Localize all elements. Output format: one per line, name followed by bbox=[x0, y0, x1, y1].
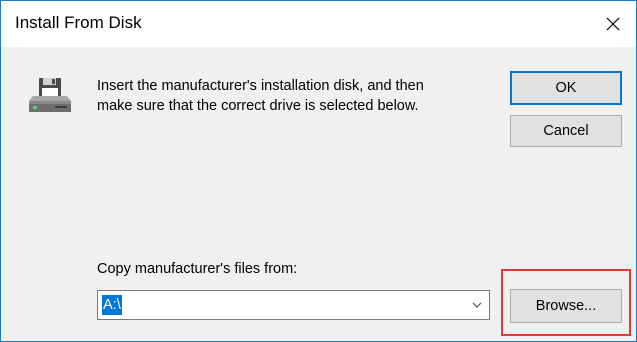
instructions-text: Insert the manufacturer's installation d… bbox=[97, 76, 487, 116]
floppy-disk-drive-icon bbox=[29, 78, 71, 112]
install-from-disk-dialog: Install From Disk Insert the manufacture… bbox=[0, 0, 637, 342]
cancel-button[interactable]: Cancel bbox=[510, 115, 622, 147]
close-icon bbox=[606, 17, 620, 31]
title-bar: Install From Disk bbox=[1, 1, 636, 47]
instructions-line-2: make sure that the correct drive is sele… bbox=[97, 98, 419, 114]
copy-from-value[interactable]: A:\ bbox=[102, 295, 122, 315]
browse-button[interactable]: Browse... bbox=[510, 289, 622, 323]
dialog-title: Install From Disk bbox=[15, 13, 142, 32]
copy-from-combobox[interactable]: A:\ bbox=[97, 290, 490, 320]
copy-from-label: Copy manufacturer's files from: bbox=[97, 261, 298, 277]
instructions-line-1: Insert the manufacturer's installation d… bbox=[97, 78, 424, 94]
chevron-down-icon[interactable] bbox=[471, 299, 483, 311]
ok-button[interactable]: OK bbox=[510, 71, 622, 105]
close-button[interactable] bbox=[590, 1, 636, 47]
